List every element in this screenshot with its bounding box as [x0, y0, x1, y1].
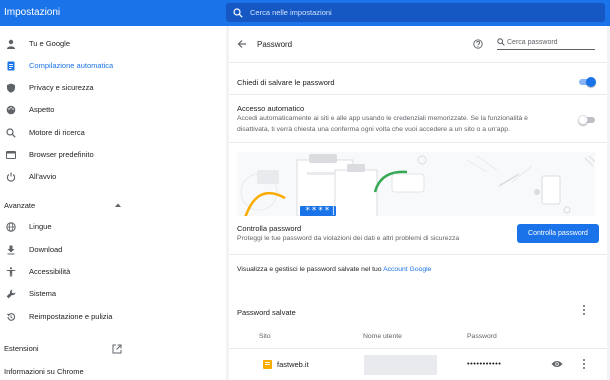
site-favicon	[263, 360, 272, 369]
sidebar-item-you-and-google[interactable]: Tu e Google	[0, 35, 226, 53]
open-in-new-icon[interactable]	[112, 344, 122, 354]
more-vert-icon[interactable]	[581, 358, 587, 370]
accessibility-icon	[6, 267, 16, 277]
manage-passwords-text: Visualizza e gestisci le password salvat…	[237, 266, 431, 273]
sidebar-item-label: Lingue	[29, 222, 52, 231]
illustration-graphic	[240, 154, 595, 216]
eye-icon[interactable]	[551, 360, 563, 368]
shield-icon	[7, 83, 15, 93]
sidebar-item-default-browser[interactable]: Browser predefinito	[0, 146, 226, 164]
divider	[229, 94, 607, 95]
check-passwords-button[interactable]: Controlla password	[517, 224, 599, 243]
sidebar-item-autofill[interactable]: Compilazione automatica	[0, 57, 226, 75]
column-header-password: Password	[467, 333, 497, 340]
sidebar-item-privacy[interactable]: Privacy e sicurezza	[0, 79, 226, 97]
sidebar-item-label: Browser predefinito	[29, 150, 94, 159]
help-icon[interactable]	[473, 39, 483, 49]
password-search-box[interactable]	[497, 36, 595, 50]
power-icon	[6, 172, 16, 182]
divider	[229, 62, 607, 63]
sidebar-item-reset[interactable]: Reimpostazione e pulizia	[0, 308, 226, 326]
column-header-site: Sito	[259, 333, 271, 340]
sidebar-item-system[interactable]: Sistema	[0, 285, 226, 303]
search-icon	[497, 38, 505, 46]
sidebar-item-label: Compilazione automatica	[29, 61, 114, 70]
auto-signin-desc-line1: Accedi automaticamente ai siti e alle ap…	[237, 115, 528, 122]
sidebar-item-languages[interactable]: Lingue	[0, 218, 226, 236]
masked-password-field: ****|	[300, 206, 336, 216]
password-dots: •••••••••••	[467, 359, 502, 368]
sidebar-item-accessibility[interactable]: Accessibilità	[0, 263, 226, 281]
browser-icon	[6, 151, 16, 159]
globe-icon	[6, 222, 16, 232]
sidebar-item-label: Accessibilità	[29, 267, 71, 276]
back-arrow-icon[interactable]	[237, 39, 247, 49]
page-title: Password	[257, 40, 293, 49]
divider	[229, 142, 607, 143]
sidebar-item-label: Aspetto	[29, 105, 55, 114]
sidebar-item-label: Sistema	[29, 289, 57, 298]
sidebar-item-appearance[interactable]: Aspetto	[0, 101, 226, 119]
app-title: Impostazioni	[4, 7, 61, 18]
sidebar-item-label: Reimpostazione e pulizia	[29, 312, 113, 321]
restore-icon	[6, 313, 16, 321]
sidebar: Tu e Google Compilazione automatica Priv…	[0, 26, 226, 380]
top-bar: Impostazioni	[0, 0, 610, 26]
manage-passwords-label: Visualizza e gestisci le password salvat…	[237, 266, 382, 273]
divider	[229, 254, 607, 255]
autofill-icon	[7, 61, 15, 71]
password-card: Password Chiedi di salvare le password A…	[229, 26, 607, 380]
sidebar-item-label: Privacy e sicurezza	[29, 83, 94, 92]
check-passwords-title: Controlla password	[237, 224, 302, 233]
masked-password-text: ****|	[305, 206, 338, 216]
toggle-knob	[578, 115, 588, 125]
auto-signin-title: Accesso automatico	[237, 104, 305, 113]
person-icon	[7, 39, 15, 49]
column-header-username: Nome utente	[363, 333, 402, 340]
check-passwords-desc: Proteggi le tue password da violazioni d…	[237, 235, 460, 242]
sidebar-item-downloads[interactable]: Download	[0, 241, 226, 259]
advanced-section-label[interactable]: Avanzate	[4, 201, 35, 210]
toggle-knob	[586, 77, 596, 87]
offer-save-toggle[interactable]	[578, 77, 596, 87]
main-content: Password Chiedi di salvare le password A…	[226, 26, 610, 380]
google-account-link[interactable]: Account Google	[383, 266, 431, 273]
password-search-input[interactable]	[507, 37, 593, 48]
sidebar-item-label: Download	[29, 245, 63, 254]
palette-icon	[6, 105, 16, 115]
sidebar-item-label: Motore di ricerca	[29, 128, 85, 137]
sidebar-item-on-startup[interactable]: All'avvio	[0, 168, 226, 186]
chevron-up-icon[interactable]	[114, 202, 122, 208]
auto-signin-toggle[interactable]	[578, 115, 596, 125]
offer-save-label: Chiedi di salvare le password	[237, 78, 335, 87]
username-field[interactable]	[364, 355, 437, 375]
settings-search-input[interactable]	[250, 6, 590, 19]
download-icon	[7, 245, 15, 255]
divider	[229, 348, 607, 349]
sidebar-item-label: Tu e Google	[29, 39, 70, 48]
sidebar-item-about[interactable]: Informazioni su Chrome	[0, 363, 226, 380]
sidebar-item-label: Informazioni su Chrome	[4, 367, 84, 376]
search-icon	[233, 8, 243, 18]
search-icon	[6, 128, 16, 138]
password-check-illustration: ****|	[237, 152, 595, 216]
sidebar-item-label: Estensioni	[4, 344, 39, 353]
wrench-icon	[6, 289, 16, 299]
auto-signin-desc-line2: disattivata, ti verrà chiesta una confer…	[237, 126, 510, 133]
saved-passwords-title: Password salvate	[237, 308, 296, 317]
site-link[interactable]: fastweb.it	[277, 360, 309, 369]
sidebar-item-search-engine[interactable]: Motore di ricerca	[0, 124, 226, 142]
settings-search-box[interactable]	[226, 3, 605, 22]
sidebar-item-label: All'avvio	[29, 172, 57, 181]
more-vert-icon[interactable]	[581, 304, 587, 316]
